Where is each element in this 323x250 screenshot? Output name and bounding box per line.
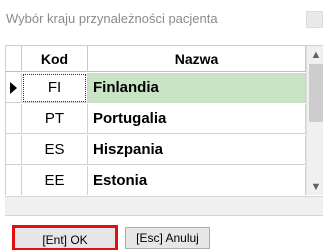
chevron-up-icon[interactable]: ▲	[307, 46, 323, 64]
chevron-down-icon[interactable]: ▼	[307, 178, 323, 195]
cell-nazwa[interactable]: Finlandia	[88, 73, 306, 103]
row-indicator	[6, 104, 22, 134]
cell-kod[interactable]: PT	[22, 104, 88, 134]
row-indicator-header	[6, 46, 22, 72]
title-bar-button[interactable]	[306, 11, 323, 28]
cell-kod[interactable]: FI	[22, 73, 88, 103]
row-indicator	[6, 166, 22, 195]
window-title: Wybór kraju przynależności pacjenta	[6, 11, 218, 26]
row-indicator	[6, 135, 22, 165]
horizontal-scroll-area	[5, 196, 323, 216]
cell-nazwa[interactable]: Portugalia	[88, 104, 306, 134]
cell-kod[interactable]: EE	[22, 166, 88, 195]
row-indicator	[6, 73, 22, 103]
table-row[interactable]: PT Portugalia	[6, 104, 306, 134]
vertical-scrollbar[interactable]: ▲ ▼	[306, 46, 323, 195]
current-row-arrow-icon	[10, 82, 17, 94]
column-header-kod[interactable]: Kod	[22, 46, 88, 72]
scrollbar-thumb[interactable]	[309, 64, 323, 122]
focus-outline	[23, 74, 86, 102]
country-grid[interactable]: Kod Nazwa FI Finlandia PT Portugalia ES …	[5, 45, 323, 195]
table-row[interactable]: EE Estonia	[6, 166, 306, 195]
cell-nazwa[interactable]: Estonia	[88, 166, 306, 195]
table-row[interactable]: ES Hiszpania	[6, 135, 306, 165]
cancel-button[interactable]: [Esc] Anuluj	[125, 227, 210, 249]
title-bar: Wybór kraju przynależności pacjenta	[0, 0, 323, 38]
grid-header: Kod Nazwa	[6, 46, 306, 72]
cell-nazwa[interactable]: Hiszpania	[88, 135, 306, 165]
country-selection-dialog: Wybór kraju przynależności pacjenta Kod …	[0, 0, 323, 250]
column-header-nazwa[interactable]: Nazwa	[88, 46, 306, 72]
cell-kod[interactable]: ES	[22, 135, 88, 165]
table-row[interactable]: FI Finlandia	[6, 73, 306, 103]
button-bar: [Ent] OK [Esc] Anuluj	[0, 217, 323, 250]
ok-button[interactable]: [Ent] OK	[12, 225, 118, 250]
